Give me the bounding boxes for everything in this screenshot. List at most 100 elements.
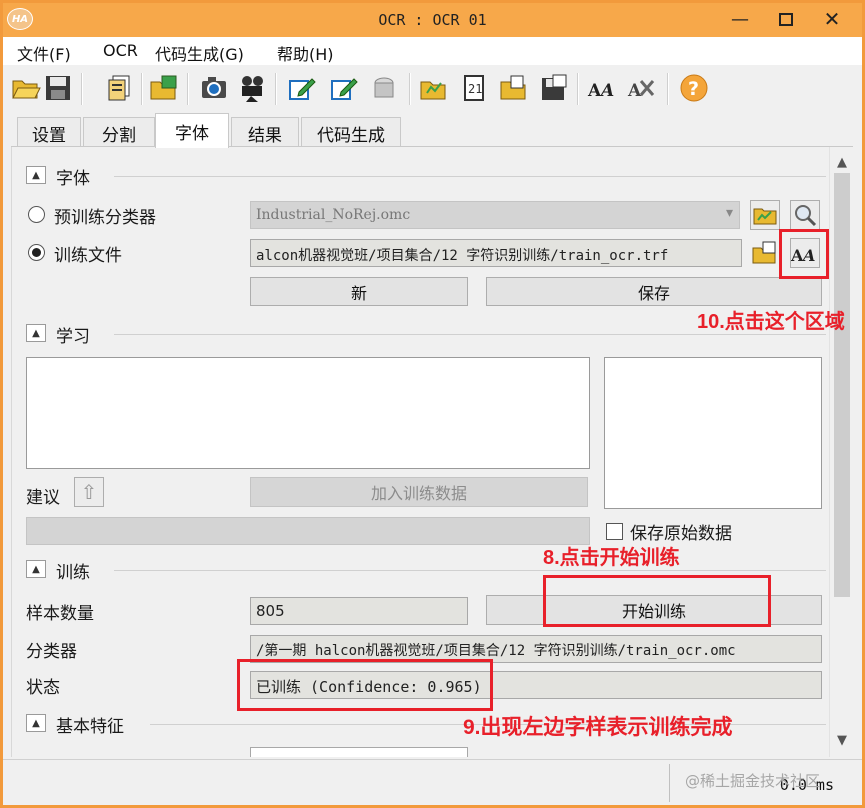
arrow-up-button[interactable]: ⇧	[74, 477, 104, 507]
open-folder-icon[interactable]	[11, 73, 41, 103]
suggest-input[interactable]	[26, 517, 590, 545]
open-image-icon[interactable]	[149, 73, 179, 103]
features-select[interactable]	[250, 747, 468, 757]
svg-text:21: 21	[468, 82, 482, 96]
open-train-file-button[interactable]	[750, 238, 780, 268]
learn-text-area[interactable]	[26, 357, 590, 469]
status-bar: 0.0 ms @稀土掘金技术社区	[3, 759, 862, 805]
train-file-radio[interactable]	[28, 244, 45, 261]
train-file-input[interactable]: alcon机器视觉班/项目集合/12 字符识别训练/train_ocr.trf	[250, 239, 742, 267]
scroll-thumb[interactable]	[834, 173, 850, 597]
inspect-pretrained-button[interactable]	[790, 200, 820, 230]
annotation-box-font-button	[779, 229, 829, 279]
save-disk-icon[interactable]	[43, 73, 73, 103]
toolbar: 21 AA A ?	[3, 65, 862, 111]
minimize-icon: —	[731, 8, 749, 30]
pencil-box-blue-icon[interactable]	[287, 73, 317, 103]
toolbar-separator	[667, 73, 669, 105]
toolbar-separator	[141, 73, 143, 105]
maximize-icon	[779, 12, 793, 26]
char-preview-box	[604, 357, 822, 509]
help-icon[interactable]: ?	[679, 73, 709, 103]
save-classifier-icon[interactable]	[539, 73, 569, 103]
font-glyphs-icon[interactable]: AA	[587, 73, 617, 103]
tab-segmentation[interactable]: 分割	[83, 117, 155, 147]
toolbar-separator	[577, 73, 579, 105]
title-bar[interactable]: HA OCR : OCR 01 — ✕	[3, 3, 862, 37]
menu-file[interactable]: 文件(F)	[17, 41, 71, 65]
save-button[interactable]: 保存	[486, 277, 822, 306]
scroll-down-icon[interactable]: ▼	[830, 729, 854, 751]
sample-count-value: 805	[250, 597, 468, 625]
open-train-file-icon[interactable]	[419, 73, 449, 103]
section-divider	[114, 334, 826, 335]
features-section-title: 基本特征	[56, 717, 124, 737]
pretrained-radio[interactable]	[28, 206, 45, 223]
annotation-step9: 9.出现左边字样表示训练完成	[463, 716, 733, 739]
train-file-doc-icon[interactable]: 21	[459, 73, 489, 103]
svg-text:A: A	[599, 81, 614, 101]
learn-section-title: 学习	[56, 327, 90, 347]
annotation-box-status	[237, 659, 493, 711]
toolbar-separator	[409, 73, 411, 105]
svg-text:A: A	[627, 81, 642, 101]
svg-text:A: A	[587, 81, 602, 101]
menu-ocr[interactable]: OCR	[103, 41, 138, 60]
section-divider	[114, 176, 826, 177]
section-divider	[114, 570, 826, 571]
train-section-title: 训练	[56, 563, 90, 583]
maximize-button[interactable]	[763, 3, 809, 35]
font-section-title: 字体	[56, 169, 90, 189]
tab-settings[interactable]: 设置	[17, 117, 81, 147]
tab-codegen[interactable]: 代码生成	[301, 117, 401, 147]
save-raw-data-checkbox[interactable]	[606, 523, 623, 540]
tab-font[interactable]: 字体	[155, 113, 229, 148]
pretrained-value: Industrial_NoRej.omc	[256, 207, 411, 223]
toolbar-separator	[81, 73, 83, 105]
classifier-label: 分类器	[26, 642, 77, 662]
new-button[interactable]: 新	[250, 277, 468, 306]
magnifier-icon	[795, 205, 817, 227]
pretrained-classifier-select[interactable]: Industrial_NoRej.omc ▾	[250, 201, 740, 229]
eraser-icon[interactable]	[369, 73, 399, 103]
close-icon: ✕	[823, 7, 841, 31]
annotation-box-start-training	[543, 575, 771, 627]
menu-codegen[interactable]: 代码生成(G)	[155, 41, 244, 65]
vertical-scrollbar[interactable]: ▲ ▼	[829, 147, 853, 757]
add-training-data-button[interactable]: 加入训练数据	[250, 477, 588, 507]
chevron-down-icon: ▾	[725, 205, 733, 221]
toolbar-separator	[187, 73, 189, 105]
svg-text:?: ?	[688, 78, 699, 100]
collapse-features-toggle[interactable]: ▲	[26, 714, 46, 732]
pretrained-label: 预训练分类器	[54, 208, 156, 228]
scroll-up-icon[interactable]: ▲	[830, 151, 854, 173]
font-scissors-icon[interactable]: A	[627, 73, 657, 103]
collapse-font-toggle[interactable]: ▲	[26, 166, 46, 184]
folder-chart-icon	[753, 208, 777, 225]
status-label: 状态	[26, 678, 60, 698]
ocr-window: HA OCR : OCR 01 — ✕ 文件(F) OCR 代码生成(G) 帮助…	[0, 0, 865, 808]
tab-results[interactable]: 结果	[231, 117, 299, 147]
font-section-header: ▲ 字体	[26, 165, 826, 189]
arrow-up-icon: ⇧	[80, 480, 98, 504]
collapse-train-toggle[interactable]: ▲	[26, 560, 46, 578]
open-pretrained-button[interactable]	[750, 200, 780, 230]
open-classifier-icon[interactable]	[499, 73, 529, 103]
menu-bar: 文件(F) OCR 代码生成(G) 帮助(H)	[3, 37, 862, 65]
close-button[interactable]: ✕	[809, 3, 855, 35]
suggest-label: 建议	[26, 488, 60, 508]
camera-icon[interactable]	[199, 73, 229, 103]
annotation-step10: 10.点击这个区域	[697, 311, 845, 333]
watermark: @稀土掘金技术社区	[685, 772, 821, 790]
film-projector-icon[interactable]	[237, 73, 267, 103]
annotation-step8: 8.点击开始训练	[543, 547, 680, 569]
image-stack-icon[interactable]	[103, 73, 133, 103]
train-file-label: 训练文件	[54, 246, 122, 266]
pencil-box-green-icon[interactable]	[329, 73, 359, 103]
toolbar-separator	[275, 73, 277, 105]
open-folder-doc-icon	[752, 241, 776, 264]
tab-strip: 设置 分割 字体 结果 代码生成	[3, 113, 862, 148]
minimize-button[interactable]: —	[717, 3, 763, 35]
menu-help[interactable]: 帮助(H)	[277, 41, 334, 65]
collapse-learn-toggle[interactable]: ▲	[26, 324, 46, 342]
